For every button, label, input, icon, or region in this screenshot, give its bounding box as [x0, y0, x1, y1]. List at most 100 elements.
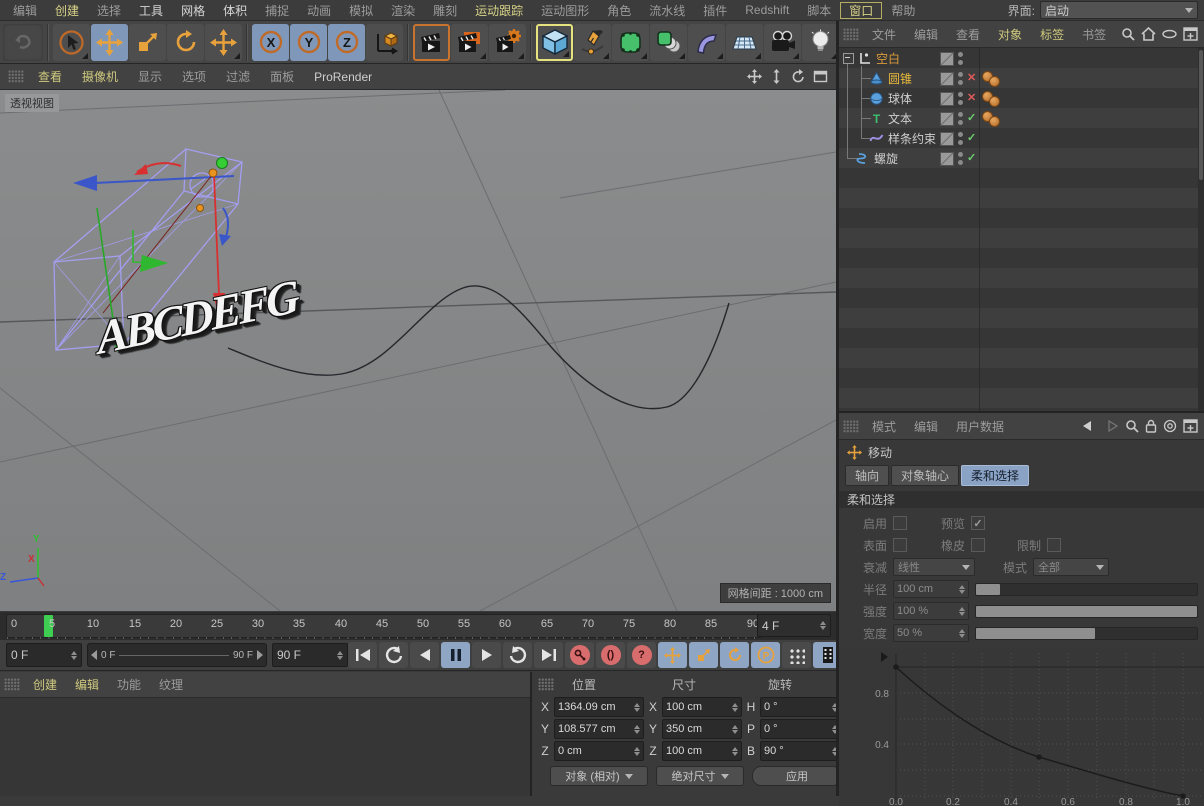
history-forward-icon[interactable]: [1103, 420, 1119, 432]
viewport-3d[interactable]: Y X Z 透视视图 ABCDEFG 网格间距 : 1000 cm: [0, 90, 836, 611]
next-frame-button[interactable]: [472, 642, 501, 668]
rot-h-field[interactable]: 0 °: [760, 697, 842, 717]
menu-select[interactable]: 选择: [88, 2, 130, 19]
render-picture-viewer-button[interactable]: [451, 24, 488, 61]
primitive-cube-button[interactable]: [536, 24, 573, 61]
menu-character[interactable]: 角色: [598, 2, 640, 19]
visibility-dots[interactable]: [958, 52, 963, 68]
menu-render[interactable]: 渲染: [382, 2, 424, 19]
visibility-dots[interactable]: [958, 112, 963, 128]
apply-button[interactable]: 应用: [752, 766, 842, 786]
falloff-dropdown[interactable]: 线性: [893, 558, 975, 576]
menu-mesh[interactable]: 网格: [172, 2, 214, 19]
menu-motion-tracker[interactable]: 运动跟踪: [466, 2, 532, 19]
lock-z-axis-button[interactable]: Z: [328, 24, 365, 61]
tab-object-axis[interactable]: 对象轴心: [891, 465, 959, 486]
lock-icon[interactable]: [1145, 419, 1157, 433]
goto-start-button[interactable]: [348, 642, 377, 668]
material-tag[interactable]: [989, 96, 1000, 107]
frame-end-field[interactable]: 90 F: [272, 643, 348, 667]
enable-state[interactable]: ✕: [967, 91, 976, 104]
menu-help[interactable]: 帮助: [882, 2, 924, 19]
layer-swatch[interactable]: [940, 92, 954, 106]
object-row-helix[interactable]: 螺旋 ✓: [839, 148, 1204, 168]
pos-z-field[interactable]: 0 cm: [554, 741, 644, 761]
om-menu-tag[interactable]: 标签: [1031, 26, 1073, 43]
gizmo-handle-dot[interactable]: [217, 158, 228, 169]
am-menu-userdata[interactable]: 用户数据: [947, 418, 1013, 435]
menu-redshift[interactable]: Redshift: [736, 3, 798, 17]
object-row-cone[interactable]: 圆锥 ✕: [839, 68, 1204, 88]
camera-button[interactable]: [764, 24, 801, 61]
enable-state[interactable]: ✓: [967, 111, 976, 124]
collapse-toggle-icon[interactable]: [843, 53, 854, 64]
enable-checkbox[interactable]: [893, 516, 907, 530]
live-selection-button[interactable]: [53, 24, 90, 61]
menu-snap[interactable]: 捕捉: [256, 2, 298, 19]
stepper-icon[interactable]: [820, 621, 826, 630]
viewport-menu-panel[interactable]: 面板: [260, 68, 304, 85]
panel-grip-icon[interactable]: [843, 28, 859, 41]
object-row-text[interactable]: T 文本 ✓: [839, 108, 1204, 128]
key-scale-toggle[interactable]: [689, 642, 718, 668]
menu-sculpt[interactable]: 雕刻: [424, 2, 466, 19]
om-menu-object[interactable]: 对象: [989, 26, 1031, 43]
history-back-icon[interactable]: [1081, 420, 1097, 432]
search-icon[interactable]: [1121, 27, 1135, 41]
viewport-menu-filter[interactable]: 过滤: [216, 68, 260, 85]
play-forward-loop-button[interactable]: [503, 642, 532, 668]
undo-button[interactable]: [3, 24, 43, 61]
add-panel-icon[interactable]: [1183, 419, 1198, 433]
filter-eye-icon[interactable]: [1162, 29, 1177, 39]
size-mode-dropdown[interactable]: 绝对尺寸: [656, 766, 744, 786]
layer-swatch[interactable]: [940, 112, 954, 126]
view-rotate-icon[interactable]: [791, 69, 806, 84]
instance-button[interactable]: [650, 24, 687, 61]
gizmo-origin-dot[interactable]: [209, 169, 217, 177]
size-x-field[interactable]: 100 cm: [662, 697, 742, 717]
size-z-field[interactable]: 100 cm: [662, 741, 742, 761]
tab-soft-selection[interactable]: 柔和选择: [961, 465, 1029, 486]
material-list-empty[interactable]: [0, 698, 530, 796]
menu-edit[interactable]: 编辑: [4, 2, 46, 19]
am-menu-edit[interactable]: 编辑: [905, 418, 947, 435]
surface-checkbox[interactable]: [893, 538, 907, 552]
radius-field[interactable]: 100 cm: [893, 580, 969, 598]
rot-b-field[interactable]: 90 °: [760, 741, 842, 761]
preview-checkbox[interactable]: ✓: [971, 516, 985, 530]
view-pan-icon[interactable]: [747, 69, 762, 84]
view-zoom-icon[interactable]: [769, 69, 784, 84]
menu-script[interactable]: 脚本: [798, 2, 840, 19]
menu-animate[interactable]: 动画: [298, 2, 340, 19]
visibility-dots[interactable]: [958, 152, 963, 168]
home-icon[interactable]: [1141, 27, 1156, 41]
last-tool-button[interactable]: [205, 24, 242, 61]
enable-state[interactable]: ✓: [967, 131, 976, 144]
menu-volume[interactable]: 体积: [214, 2, 256, 19]
add-panel-icon[interactable]: [1183, 27, 1198, 41]
radius-slider[interactable]: [975, 583, 1198, 596]
autokey-button[interactable]: (): [596, 642, 625, 668]
goto-end-button[interactable]: [534, 642, 563, 668]
limit-checkbox[interactable]: [1047, 538, 1061, 552]
falloff-curve-graph[interactable]: 0.8 0.4 0.0 0.2 0.4 0.6 0.8 1.0: [839, 648, 1204, 806]
menu-tools[interactable]: 工具: [130, 2, 172, 19]
spline-pen-button[interactable]: [574, 24, 611, 61]
menu-mograph[interactable]: 运动图形: [532, 2, 598, 19]
rot-p-field[interactable]: 0 °: [760, 719, 842, 739]
view-maximize-icon[interactable]: [813, 69, 828, 84]
tab-axis[interactable]: 轴向: [845, 465, 889, 486]
keyframe-presets-button[interactable]: [782, 642, 811, 668]
curve-point[interactable]: [1036, 754, 1042, 760]
lock-y-axis-button[interactable]: Y: [290, 24, 327, 61]
position-mode-dropdown[interactable]: 对象 (相对): [550, 766, 648, 786]
view-label[interactable]: 透视视图: [5, 94, 59, 112]
rotate-tool-button[interactable]: [167, 24, 204, 61]
gizmo-param-dot[interactable]: [197, 205, 204, 212]
previous-frame-button[interactable]: [410, 642, 439, 668]
layer-swatch[interactable]: [940, 52, 954, 66]
lock-x-axis-button[interactable]: X: [252, 24, 289, 61]
pos-x-field[interactable]: 1364.09 cm: [554, 697, 644, 717]
material-menu-texture[interactable]: 纹理: [150, 676, 192, 693]
viewport-menu-prorender[interactable]: ProRender: [304, 70, 382, 84]
